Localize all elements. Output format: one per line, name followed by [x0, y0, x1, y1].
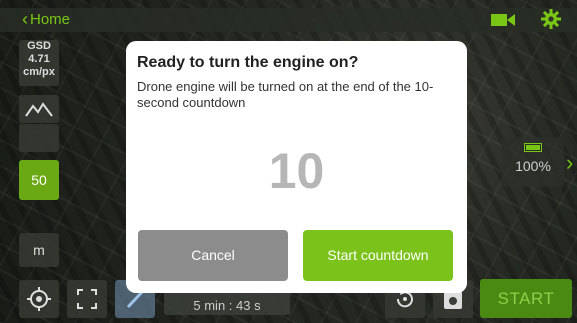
altitude-value[interactable]: 50	[19, 160, 59, 200]
fullscreen-icon	[77, 289, 97, 309]
top-bar: ‹ Home	[0, 8, 577, 32]
countdown-value: 10	[268, 143, 325, 199]
chevron-right-icon[interactable]: ›	[566, 150, 573, 176]
home-button[interactable]: ‹ Home	[22, 9, 71, 29]
mountain-icon	[25, 102, 53, 117]
dialog-message: Drone engine will be turned on at the en…	[137, 79, 434, 110]
battery-percent: 100%	[515, 158, 551, 174]
fullscreen-button[interactable]	[67, 280, 107, 318]
video-camera-icon[interactable]	[491, 12, 515, 28]
battery-indicator: 100%	[502, 137, 564, 187]
chevron-left-icon: ‹	[22, 9, 28, 29]
unit-button[interactable]: m	[19, 233, 59, 267]
gsd-indicator: GSD 4.71 cm/px	[19, 40, 59, 86]
home-label: Home	[30, 11, 71, 28]
battery-icon	[524, 143, 542, 152]
gsd-value: 4.71	[28, 53, 50, 65]
gsd-unit: cm/px	[23, 66, 55, 78]
altitude-slider-track[interactable]	[19, 124, 59, 152]
flight-time: 5 min : 43 s	[193, 298, 261, 313]
engine-start-dialog: Ready to turn the engine on? Drone engin…	[126, 41, 467, 293]
target-button[interactable]	[19, 280, 59, 318]
gsd-label: GSD	[27, 40, 51, 52]
cancel-button[interactable]: Cancel	[138, 230, 288, 281]
start-countdown-button[interactable]: Start countdown	[303, 230, 453, 281]
dialog-title: Ready to turn the engine on?	[137, 54, 359, 71]
gear-icon[interactable]	[541, 9, 561, 29]
altitude-button[interactable]	[19, 95, 59, 123]
target-icon	[27, 287, 51, 311]
start-mission-button[interactable]: START	[480, 279, 572, 318]
